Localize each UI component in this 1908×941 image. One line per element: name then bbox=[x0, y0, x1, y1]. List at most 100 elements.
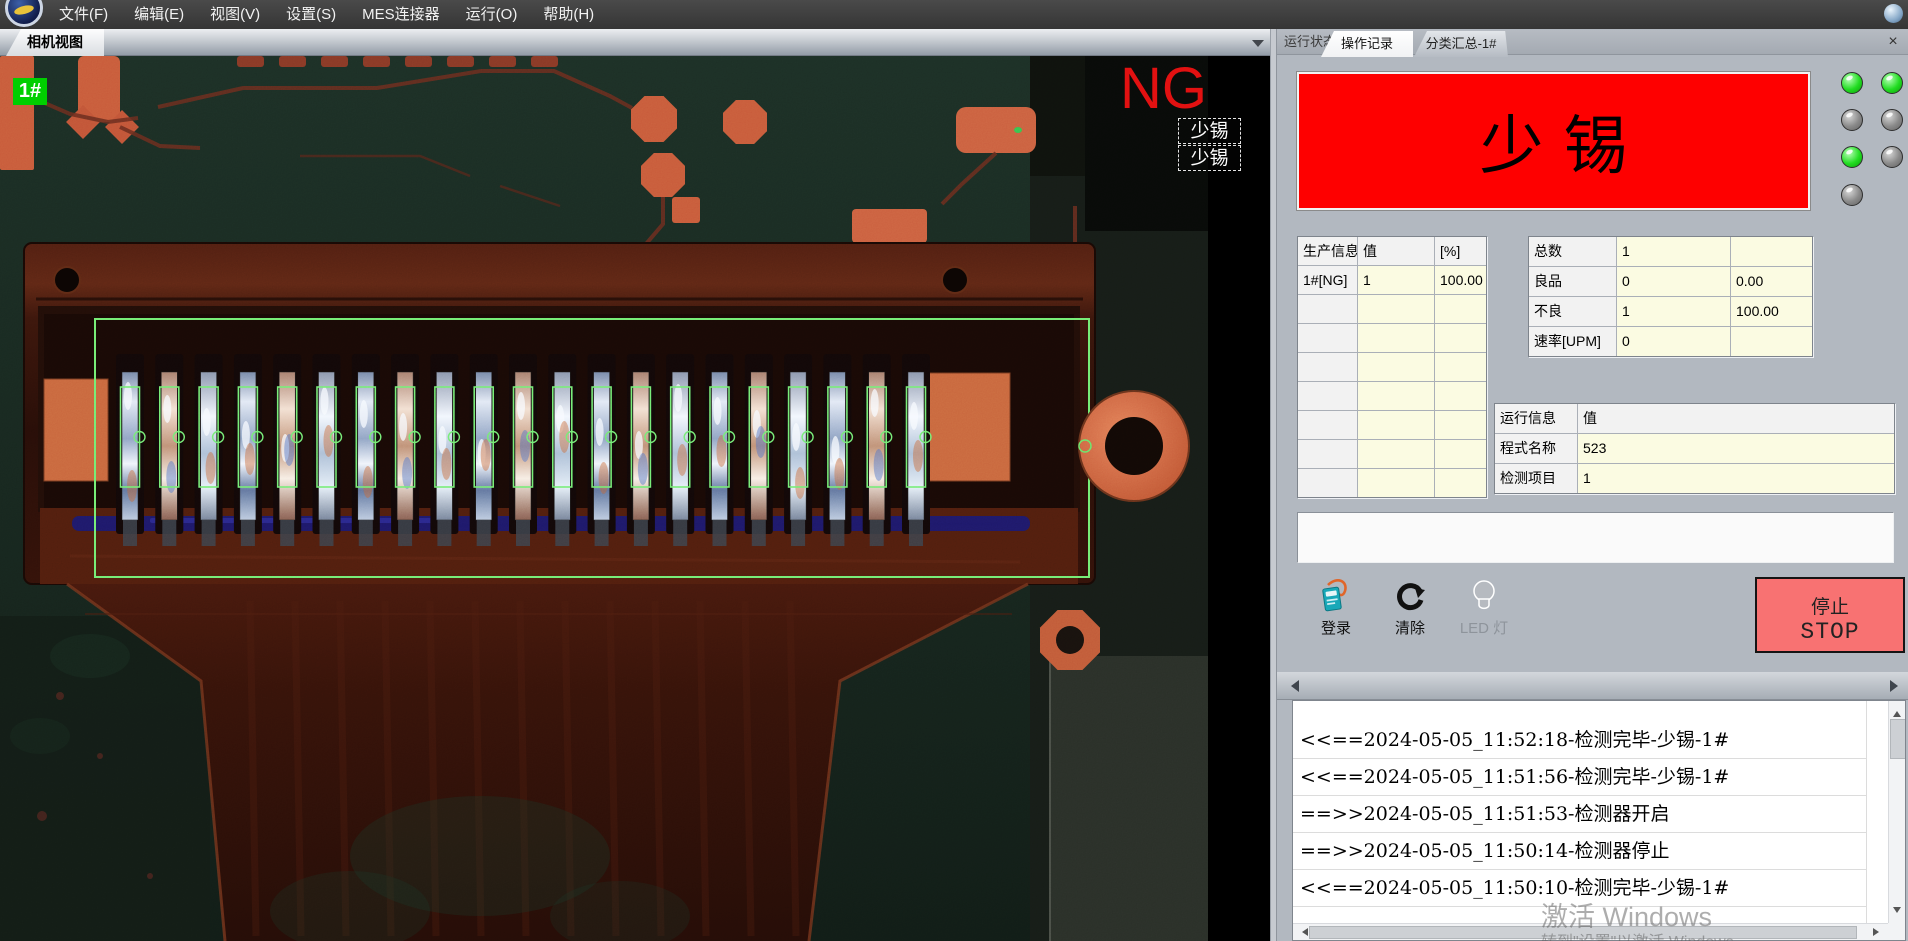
table-cell: 不良 bbox=[1529, 297, 1616, 326]
defect-banner: 少锡 bbox=[1297, 72, 1810, 210]
table-cell: 生产信息 bbox=[1298, 237, 1357, 265]
clear-button[interactable]: 清除 bbox=[1377, 576, 1443, 648]
windows-activation-watermark-sub: 转到"设置"以激活 Windows。 bbox=[1541, 928, 1750, 941]
table-cell bbox=[1731, 327, 1812, 356]
tray-icon[interactable] bbox=[1884, 4, 1903, 23]
vscroll-thumb[interactable] bbox=[1890, 719, 1906, 759]
table-cell: 1 bbox=[1617, 297, 1730, 326]
status-led bbox=[1841, 146, 1863, 168]
table-cell bbox=[1435, 440, 1486, 468]
tabs-scroll-right-icon[interactable] bbox=[1890, 680, 1904, 692]
table-cell: 检测项目 bbox=[1495, 464, 1577, 493]
stop-label-en: STOP bbox=[1757, 619, 1903, 645]
table-cell bbox=[1358, 324, 1434, 352]
production-table: 生产信息值[%] 1#[NG]1100.00 bbox=[1297, 236, 1487, 498]
menu-item-4[interactable]: 设置(S) bbox=[273, 0, 349, 29]
clear-label: 清除 bbox=[1377, 617, 1443, 638]
status-led bbox=[1881, 109, 1903, 131]
camera-id-badge: 1# bbox=[13, 78, 47, 105]
log-entry: ==>>2024-05-05_11:51:53-检测器开启 bbox=[1293, 796, 1866, 833]
led-light-button[interactable]: LED 灯 bbox=[1451, 576, 1517, 648]
tabs-scroll-left-icon[interactable] bbox=[1285, 680, 1299, 692]
table-cell: 值 bbox=[1358, 237, 1434, 265]
message-box bbox=[1297, 512, 1894, 563]
scroll-left-icon[interactable] bbox=[1298, 928, 1308, 936]
table-cell: 0.00 bbox=[1731, 267, 1812, 296]
menu-item-3[interactable]: 视图(V) bbox=[197, 0, 273, 29]
menu-item-2[interactable]: 编辑(E) bbox=[121, 0, 197, 29]
table-cell bbox=[1731, 237, 1812, 266]
table-cell: 1 bbox=[1578, 464, 1894, 493]
stop-label-zh: 停止 bbox=[1757, 592, 1903, 619]
table-cell: 1 bbox=[1617, 237, 1730, 266]
table-cell bbox=[1358, 382, 1434, 410]
status-led bbox=[1841, 72, 1863, 94]
table-cell: 1 bbox=[1358, 266, 1434, 294]
scroll-right-icon[interactable] bbox=[1873, 928, 1883, 936]
scrollbar-corner bbox=[1888, 923, 1905, 940]
defect-tag: 少锡 bbox=[1178, 145, 1241, 171]
table-cell: 0 bbox=[1617, 267, 1730, 296]
menu-item-7[interactable]: 帮助(H) bbox=[530, 0, 607, 29]
view-tabstrip: 相机视图 bbox=[0, 29, 1270, 56]
panel-splitter[interactable] bbox=[1270, 29, 1277, 941]
table-cell bbox=[1358, 295, 1434, 323]
tab-category-summary[interactable]: 分类汇总-1# bbox=[1414, 31, 1508, 57]
run-info-table: 运行信息值程式名称523检测项目1 bbox=[1494, 403, 1895, 494]
menu-items: 文件(F)编辑(E)视图(V)设置(S)MES连接器运行(O)帮助(H) bbox=[46, 0, 607, 29]
table-cell: 1#[NG] bbox=[1298, 266, 1357, 294]
stop-button[interactable]: 停止 STOP bbox=[1755, 577, 1905, 653]
tabstrip-dropdown-icon[interactable] bbox=[1252, 40, 1264, 53]
lightbulb-icon bbox=[1466, 578, 1502, 614]
log-entry: ==>>2024-05-05_11:50:14-检测器停止 bbox=[1293, 833, 1866, 870]
menu-item-6[interactable]: 运行(O) bbox=[453, 0, 531, 29]
table-cell bbox=[1298, 411, 1357, 439]
table-cell: 运行信息 bbox=[1495, 404, 1577, 433]
status-led bbox=[1881, 146, 1903, 168]
vertical-scrollbar[interactable] bbox=[1888, 701, 1905, 923]
table-cell bbox=[1298, 353, 1357, 381]
clear-icon bbox=[1392, 578, 1428, 614]
tab-operation-log[interactable]: 操作记录 bbox=[1321, 31, 1413, 57]
status-led bbox=[1841, 184, 1863, 206]
close-icon[interactable]: × bbox=[1884, 33, 1902, 51]
log-tabstrip bbox=[1277, 672, 1908, 700]
menu-item-5[interactable]: MES连接器 bbox=[349, 0, 453, 29]
table-cell: [%] bbox=[1435, 237, 1486, 265]
log-entry: <<==2024-05-05_11:52:18-检测完毕-少锡-1# bbox=[1293, 722, 1866, 759]
table-cell: 100.00 bbox=[1731, 297, 1812, 326]
defect-tag: 少锡 bbox=[1178, 118, 1241, 144]
table-cell bbox=[1358, 411, 1434, 439]
scroll-up-icon[interactable] bbox=[1893, 707, 1901, 717]
table-cell bbox=[1435, 469, 1486, 497]
table-cell bbox=[1298, 469, 1357, 497]
table-cell bbox=[1435, 353, 1486, 381]
table-cell: 总数 bbox=[1529, 237, 1616, 266]
table-cell: 速率[UPM] bbox=[1529, 327, 1616, 356]
camera-viewport: 1# NG 少锡少锡 bbox=[0, 56, 1270, 941]
table-cell bbox=[1435, 295, 1486, 323]
login-button[interactable]: 登录 bbox=[1303, 576, 1369, 648]
table-cell: 523 bbox=[1578, 434, 1894, 463]
table-cell: 良品 bbox=[1529, 267, 1616, 296]
run-status-panel: 运行状态 × 少锡 生产信息值[%]1#[NG]1100.00 总数1良品00.… bbox=[1277, 29, 1908, 941]
table-cell: 值 bbox=[1578, 404, 1894, 433]
table-cell bbox=[1298, 295, 1357, 323]
menu-item-1[interactable]: 文件(F) bbox=[46, 0, 121, 29]
led-light-label: LED 灯 bbox=[1451, 617, 1517, 638]
table-cell: 100.00 bbox=[1435, 266, 1486, 294]
table-cell bbox=[1435, 382, 1486, 410]
table-cell bbox=[1298, 440, 1357, 468]
id-badge-icon bbox=[1318, 578, 1354, 614]
table-cell bbox=[1358, 440, 1434, 468]
status-led bbox=[1881, 72, 1903, 94]
stats-table: 总数1良品00.00不良1100.00速率[UPM]0 bbox=[1528, 236, 1813, 357]
table-cell bbox=[1358, 353, 1434, 381]
app-logo-icon bbox=[2, 0, 46, 29]
table-cell bbox=[1298, 324, 1357, 352]
tab-camera-view[interactable]: 相机视图 bbox=[6, 29, 104, 56]
table-cell bbox=[1435, 411, 1486, 439]
log-entry: <<==2024-05-05_11:51:56-检测完毕-少锡-1# bbox=[1293, 759, 1866, 796]
scroll-down-icon[interactable] bbox=[1893, 907, 1901, 917]
table-cell: 0 bbox=[1617, 327, 1730, 356]
